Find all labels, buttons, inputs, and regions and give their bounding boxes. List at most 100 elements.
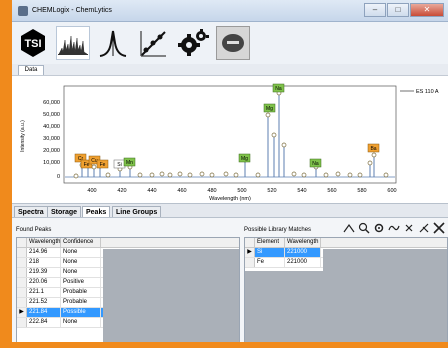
confidence-cell: None — [61, 268, 101, 277]
orange-border-bottom — [0, 342, 448, 348]
found-peaks-label: Found Peaks — [16, 227, 52, 233]
maximize-button[interactable]: □ — [387, 3, 409, 17]
peak-marker — [159, 171, 165, 177]
wavelength-cell: 221000 — [285, 248, 321, 257]
peak-icon — [99, 30, 127, 57]
wavelength-cell: 214.96 — [27, 248, 61, 257]
spectrum-view-button[interactable] — [56, 26, 90, 60]
wavelength-cell: 221.52 — [27, 298, 61, 307]
column-header[interactable]: Wavelength — [285, 238, 321, 247]
peak-marker — [347, 172, 353, 178]
peak-marker — [371, 152, 377, 158]
peak-marker — [233, 172, 239, 178]
wave-tool-button[interactable] — [387, 221, 401, 235]
wavelength-cell: 219.39 — [27, 268, 61, 277]
title-bar: CHEMLogix - ChemLytics – □ ✕ — [12, 0, 448, 22]
pointer-tool-button[interactable] — [342, 221, 356, 235]
peak-marker — [335, 171, 341, 177]
disk-icon — [222, 34, 244, 52]
peak-marker — [357, 172, 363, 178]
confidence-cell: None — [61, 318, 101, 327]
peak-marker — [223, 171, 229, 177]
calibration-curve-icon — [140, 31, 166, 57]
wavelength-cell: 220.06 — [27, 278, 61, 287]
x-axis-label: Wavelength (nm) — [209, 196, 251, 202]
gears-icon — [178, 29, 209, 56]
clear-all-button[interactable] — [432, 221, 446, 235]
element-cell: Fe — [255, 258, 285, 267]
confidence-cell: Probable — [61, 288, 101, 297]
peak-label: Mn — [126, 160, 133, 166]
peak-marker — [265, 112, 271, 118]
peak-marker — [323, 172, 329, 178]
tab-data[interactable]: Data — [18, 65, 44, 75]
calibration-button[interactable] — [136, 26, 170, 60]
close-icon — [433, 222, 445, 234]
column-header[interactable]: Element — [255, 238, 285, 247]
y-axis-label: Intensity (a.u.) — [20, 120, 26, 152]
peak-label: Na — [275, 86, 282, 92]
wavelength-cell: 222.84 — [27, 318, 61, 327]
app-window: CHEMLogix - ChemLytics – □ ✕ TSI Data ES… — [12, 0, 448, 342]
wavelength-cell: 218 — [27, 258, 61, 267]
peak-marker — [167, 172, 173, 178]
close-button[interactable]: ✕ — [410, 3, 444, 17]
y-tick-label: 0 — [57, 174, 60, 180]
peak-label: Mg — [241, 156, 248, 162]
peak-marker — [177, 171, 183, 177]
bottom-tabbar: Spectra Storage Peaks Line Groups — [12, 203, 448, 218]
settings-button[interactable] — [176, 26, 210, 60]
plot-subtab-strip: Data — [12, 64, 448, 75]
table-header: Wavelength Confidence — [17, 238, 239, 248]
remove-line-button[interactable] — [402, 221, 416, 235]
peak-marker — [149, 172, 155, 178]
spectrum-plot: ES 110 A Intensity (a.u.) 60,000 50,000 … — [12, 75, 448, 203]
x-tick-label: 560 — [327, 188, 336, 194]
element-cell: Si — [255, 248, 285, 257]
x-tick-label: 600 — [387, 188, 396, 194]
peak-label: Ba — [370, 146, 376, 152]
remove-match-button[interactable] — [417, 221, 431, 235]
minimize-button[interactable]: – — [364, 3, 386, 17]
wavelength-cell: 221.1 — [27, 288, 61, 297]
wavelength-cell: 221.84 — [27, 308, 61, 317]
zoom-tool-button[interactable] — [357, 221, 371, 235]
column-header[interactable]: Confidence — [61, 238, 101, 247]
main-toolbar: TSI — [12, 22, 448, 64]
x-tick-label: 460 — [177, 188, 186, 194]
logo-button[interactable]: TSI — [16, 26, 50, 60]
x-tick-label: 520 — [267, 188, 276, 194]
peak-label: Na — [312, 161, 319, 167]
peak-label: Fe — [84, 162, 90, 168]
svg-text:TSI: TSI — [24, 38, 41, 50]
storage-button[interactable] — [216, 26, 250, 60]
orange-border-left — [0, 0, 12, 348]
peak-analysis-button[interactable] — [96, 26, 130, 60]
x-tick-label: 420 — [117, 188, 126, 194]
confidence-cell: Probable — [61, 298, 101, 307]
peak-marker — [301, 172, 307, 178]
x-tick-label: 400 — [87, 188, 96, 194]
peaks-panel: Found Peaks Possible Library Matches Wav… — [12, 217, 448, 342]
wavelength-cell: 221000 — [285, 258, 321, 267]
confidence-cell: Possible — [61, 308, 101, 317]
window-title: CHEMLogix - ChemLytics — [32, 7, 112, 14]
line-pointer-icon — [343, 223, 355, 233]
y-tick-label: 50,000 — [43, 112, 60, 118]
column-header[interactable]: Wavelength — [27, 238, 61, 247]
confidence-cell: Positive — [61, 278, 101, 287]
peak-marker — [199, 171, 205, 177]
y-tick-label: 60,000 — [43, 100, 60, 106]
settings-tool-button[interactable] — [372, 221, 386, 235]
window-controls: – □ ✕ — [363, 3, 444, 17]
peak-label: Fe — [100, 162, 106, 168]
x-ticks: 400 420 440 460 480 500 520 540 560 580 … — [87, 188, 396, 194]
peak-marker — [73, 173, 79, 179]
zoom-icon — [358, 222, 370, 234]
plot-area-frame — [63, 85, 397, 184]
library-matches-label: Possible Library Matches — [244, 227, 312, 233]
peak-marker — [187, 172, 193, 178]
tsi-logo-icon: TSI — [21, 29, 45, 57]
spectrum-chart: ES 110 A Intensity (a.u.) 60,000 50,000 … — [20, 83, 439, 202]
table-header: Element Wavelength — [245, 238, 447, 248]
